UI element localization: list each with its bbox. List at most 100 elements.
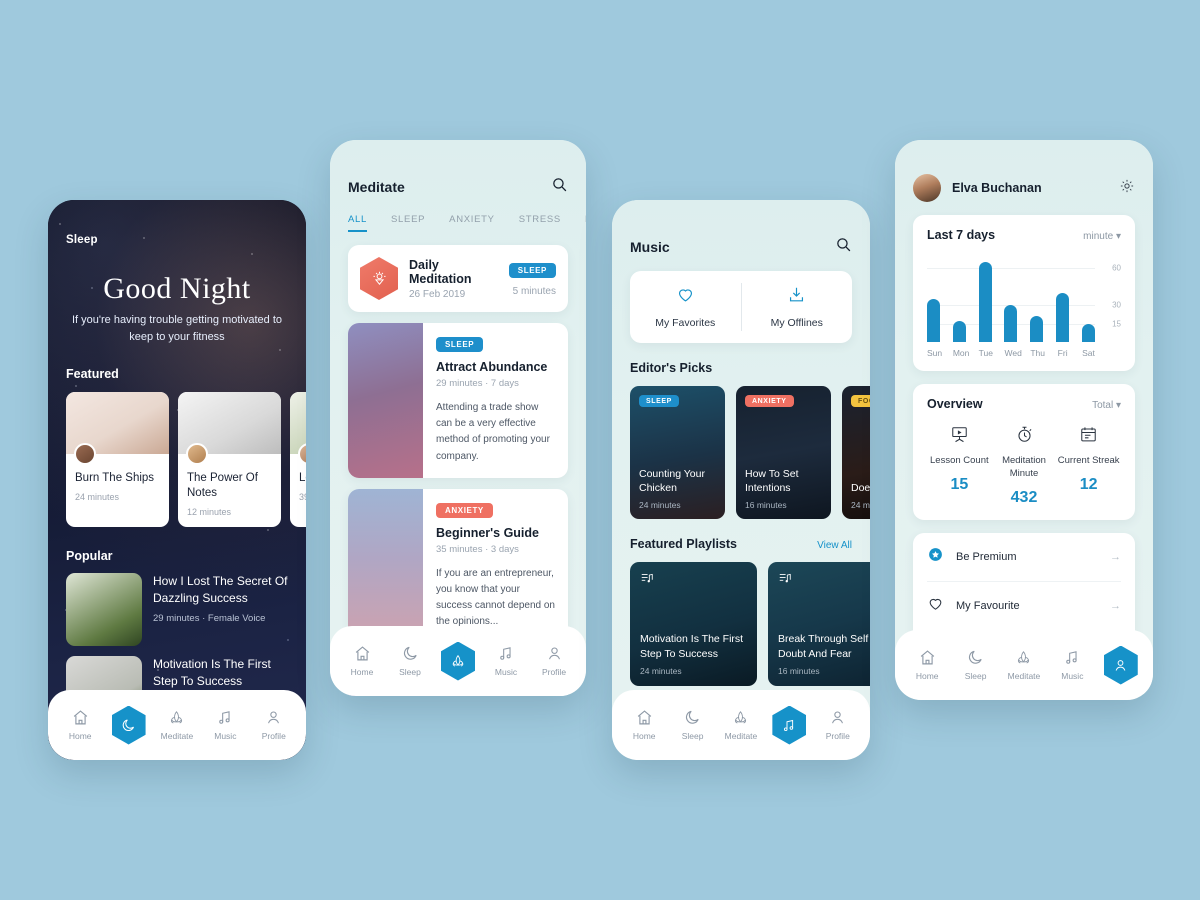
nav-item-profile[interactable]: Profile xyxy=(251,709,297,741)
phone-screen-music: Music My Favorites My Offlines Editor's … xyxy=(612,200,870,760)
chart-x-tick: Thu xyxy=(1030,348,1045,358)
stat-label: Current Streak xyxy=(1057,455,1120,466)
item-title: Attract Abundance xyxy=(436,360,548,374)
daily-meditation-card[interactable]: Daily Meditation 26 Feb 2019 SLEEP 5 min… xyxy=(348,245,568,312)
stopwatch-icon xyxy=(1015,425,1034,449)
search-icon[interactable] xyxy=(835,236,852,258)
chevron-down-icon: ▾ xyxy=(1115,400,1121,411)
view-all-link[interactable]: View All xyxy=(817,540,852,551)
nav-item-music[interactable]: Music xyxy=(483,645,529,677)
nav-item-sleep[interactable]: Sleep xyxy=(387,645,433,677)
category-tabs[interactable]: ALL SLEEP ANXIETY STRESS FOCU xyxy=(330,198,586,232)
pick-card[interactable]: FOC Doe Lack 24 mi xyxy=(842,386,870,519)
profile-screen: Elva Buchanan Last 7 days minute ▾ 15 30 6… xyxy=(895,140,1153,700)
nav-item-meditate[interactable]: Meditate xyxy=(154,709,200,741)
bottom-navigation[interactable]: Home Sleep Meditate Music xyxy=(895,630,1153,700)
playlist-card[interactable]: Break Through Self Doubt And Fear 16 min… xyxy=(768,562,870,686)
my-favorites-button[interactable]: My Favorites xyxy=(630,271,741,343)
nav-item-home[interactable]: Home xyxy=(339,645,385,677)
pick-title: How To Set Intentions xyxy=(745,467,799,494)
popular-meta: 29 minutes · Female Voice xyxy=(153,613,266,625)
playlist-duration: 24 minutes xyxy=(640,666,682,676)
nav-item-sleep[interactable]: Sleep xyxy=(670,709,716,741)
featured-card[interactable]: The Power Of Notes 12 minutes xyxy=(178,392,281,528)
lotus-icon xyxy=(168,709,185,726)
popular-title: Motivation Is The First Step To Success xyxy=(153,657,271,688)
pick-card[interactable]: SLEEP Counting Your Chicken 24 minutes xyxy=(630,386,725,519)
playlists-carousel[interactable]: Motivation Is The First Step To Success … xyxy=(612,551,870,686)
pick-card[interactable]: ANXIETY How To Set Intentions 16 minutes xyxy=(736,386,831,519)
avatar[interactable] xyxy=(913,174,941,202)
gear-icon[interactable] xyxy=(1119,178,1135,199)
arrow-right-icon: → xyxy=(1110,599,1121,612)
chart-x-tick: Wed xyxy=(1004,348,1022,358)
page-title: Good Night xyxy=(103,272,251,305)
editors-picks-header: Editor's Picks xyxy=(612,343,870,375)
popular-heading: Popular xyxy=(66,549,113,564)
nav-item-profile[interactable] xyxy=(1098,645,1144,685)
playlist-card[interactable]: Motivation Is The First Step To Success … xyxy=(630,562,757,686)
home-icon xyxy=(636,709,653,726)
bottom-navigation[interactable]: Home Meditate Music Profile xyxy=(48,690,306,760)
menu-item-my-favourite[interactable]: My Favourite → xyxy=(927,582,1121,631)
home-icon xyxy=(72,709,89,726)
popular-list-item[interactable]: How I Lost The Secret Of Dazzling Succes… xyxy=(66,573,288,647)
nav-label: Music xyxy=(494,667,518,677)
featured-duration: 12 minutes xyxy=(187,507,232,518)
nav-item-meditate[interactable] xyxy=(435,641,481,681)
item-thumbnail xyxy=(348,488,423,644)
nav-item-music[interactable]: Music xyxy=(1049,649,1095,681)
featured-thumbnail xyxy=(178,392,281,465)
tab-focus[interactable]: FOCU xyxy=(585,214,586,232)
person-icon xyxy=(546,645,563,662)
popular-thumbnail xyxy=(66,573,142,647)
meditation-list-item[interactable]: SLEEP Attract Abundance 29 minutes · 7 d… xyxy=(348,323,568,478)
my-offlines-button[interactable]: My Offlines xyxy=(742,271,853,343)
stat-lesson-count: Lesson Count 15 xyxy=(927,425,992,507)
nav-item-music[interactable]: Music xyxy=(202,709,248,741)
editors-picks-carousel[interactable]: SLEEP Counting Your Chicken 24 minutes A… xyxy=(612,375,870,519)
item-description: If you are an entrepreneur, you know tha… xyxy=(436,567,555,628)
tab-sleep[interactable]: SLEEP xyxy=(391,214,425,232)
chevron-down-icon: ▾ xyxy=(1115,231,1121,242)
nav-item-home[interactable]: Home xyxy=(904,649,950,681)
nav-item-sleep[interactable]: Sleep xyxy=(953,649,999,681)
tab-stress[interactable]: STRESS xyxy=(519,214,561,232)
bottom-navigation[interactable]: Home Sleep Meditate Profile xyxy=(612,690,870,760)
nav-item-sleep[interactable] xyxy=(106,705,152,745)
pick-duration: 24 mi xyxy=(851,500,870,510)
featured-carousel[interactable]: Burn The Ships 24 minutes The Power Of N… xyxy=(66,392,306,528)
nav-item-meditate[interactable]: Meditate xyxy=(718,709,764,741)
nav-item-profile[interactable]: Profile xyxy=(815,709,861,741)
nav-item-home[interactable]: Home xyxy=(621,709,667,741)
bottom-navigation[interactable]: Home Sleep Music Profile xyxy=(330,626,586,696)
chart-unit-selector[interactable]: minute ▾ xyxy=(1083,231,1121,242)
nav-item-meditate[interactable]: Meditate xyxy=(1001,649,1047,681)
nav-item-music[interactable] xyxy=(766,705,812,745)
nav-label: Sleep xyxy=(964,671,987,681)
tab-anxiety[interactable]: ANXIETY xyxy=(449,214,495,232)
featured-card[interactable]: Burn The Ships 24 minutes xyxy=(66,392,169,528)
lotus-icon xyxy=(732,709,749,726)
featured-duration: 24 minutes xyxy=(75,492,120,503)
featured-card[interactable]: Learn Diffi 39 min xyxy=(290,392,306,528)
page-subtitle: If you're having trouble getting motivat… xyxy=(71,314,282,343)
tab-all[interactable]: ALL xyxy=(348,214,368,232)
pick-title: Doe Lack xyxy=(851,481,870,494)
menu-item-be-premium[interactable]: Be Premium → xyxy=(927,533,1121,582)
overview-panel: Overview Total ▾ Lesson Count 15 Meditat… xyxy=(913,384,1135,520)
presentation-icon xyxy=(950,425,969,449)
playlist-title: Break Through Self Doubt And Fear xyxy=(778,633,869,660)
meditate-header: Meditate xyxy=(330,140,586,198)
moon-icon xyxy=(967,649,984,666)
nav-label: Profile xyxy=(261,731,286,741)
arrow-right-icon: → xyxy=(1110,550,1121,563)
lotus-icon xyxy=(441,641,475,681)
overview-range-selector[interactable]: Total ▾ xyxy=(1092,400,1121,411)
quick-actions[interactable]: My Favorites My Offlines xyxy=(630,271,852,343)
nav-label: Home xyxy=(632,731,656,741)
search-icon[interactable] xyxy=(551,176,568,198)
nav-item-home[interactable]: Home xyxy=(57,709,103,741)
nav-item-profile[interactable]: Profile xyxy=(531,645,577,677)
meditation-list-item[interactable]: ANXIETY Beginner's Guide 35 minutes · 3 … xyxy=(348,488,568,644)
